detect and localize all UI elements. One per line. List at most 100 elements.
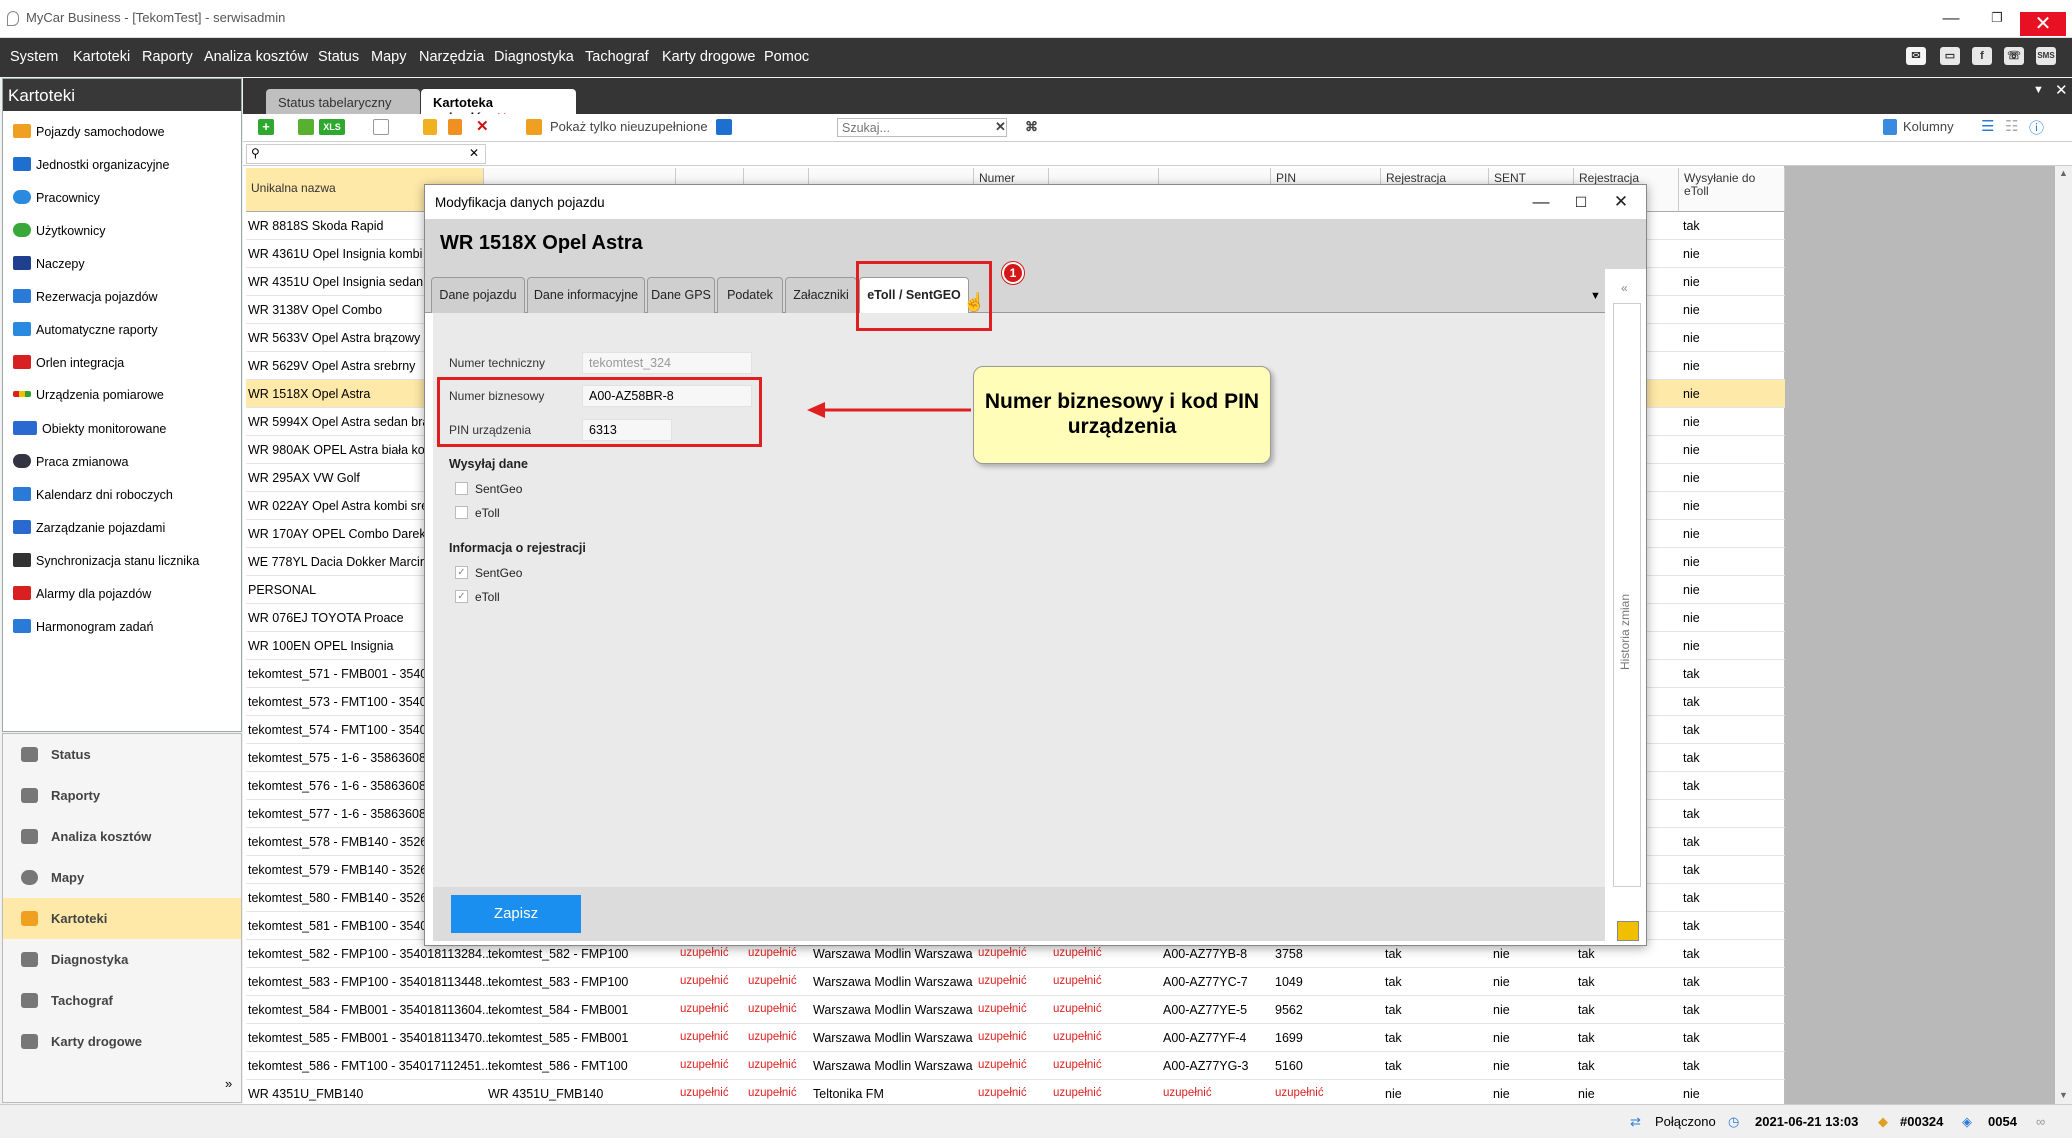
lp-item-rezerwacja[interactable]: Rezerwacja pojazdów [13, 289, 158, 304]
cell-name: WR 170AY OPEL Combo Darek S [248, 527, 438, 541]
nav-mapy[interactable]: Mapy [3, 857, 241, 898]
cell-name: WR 4351U Opel Insignia sedan [248, 275, 424, 289]
nav-tachograf[interactable]: Tachograf [3, 980, 241, 1021]
menu-system[interactable]: System [10, 49, 58, 65]
fleet-icon [13, 520, 31, 534]
detail-view-icon[interactable]: ☷ [2005, 117, 2018, 135]
nav-status[interactable]: Status [3, 734, 241, 775]
table-row[interactable]: tekomtest_583 - FMP100 - 354018113448...… [246, 968, 1785, 996]
dtab-dane-pojazdu[interactable]: Dane pojazdu [431, 277, 525, 313]
tab-status-tabelaryczny[interactable]: Status tabelaryczny [266, 89, 420, 115]
table-row[interactable]: tekomtest_586 - FMT100 - 354017112451...… [246, 1052, 1785, 1080]
lp-item-pracownicy[interactable]: Pracownicy [13, 190, 100, 205]
column-filter-input[interactable]: ⚲ ✕ [246, 144, 486, 164]
dialog-tabs-menu-icon[interactable]: ▼ [1590, 290, 1601, 302]
sms-icon[interactable]: SMS [2036, 47, 2056, 65]
mail-alert-icon[interactable]: ✉ [1906, 47, 1926, 65]
tab-kartoteka-pojazdow[interactable]: Kartoteka pojazdów✕ [421, 89, 576, 125]
scroll-down-icon[interactable]: ▼ [2059, 1090, 2068, 1100]
history-panel[interactable]: Historia zmian [1613, 303, 1641, 887]
tabs-close-icon[interactable]: ✕ [2055, 81, 2068, 99]
add-icon[interactable]: + [258, 119, 274, 135]
menu-mapy[interactable]: Mapy [371, 49, 406, 65]
lp-item-obiekty[interactable]: Obiekty monitorowane [13, 421, 166, 436]
close-window-button[interactable]: ✕ [2020, 12, 2066, 36]
nav-karty-drogowe[interactable]: Karty drogowe [3, 1021, 241, 1062]
menu-kartoteki[interactable]: Kartoteki [73, 49, 130, 65]
connection-icon: ⇄ [1630, 1114, 1641, 1129]
lp-item-jednostki[interactable]: Jednostki organizacyjne [13, 157, 169, 172]
grid-scrollbar[interactable]: ▲ ▼ [2055, 166, 2072, 1104]
columns-icon[interactable] [1883, 119, 1897, 135]
scroll-up-icon[interactable]: ▲ [2059, 168, 2068, 178]
import-icon[interactable] [298, 119, 314, 135]
menu-pomoc[interactable]: Pomoc [764, 49, 809, 65]
dtab-dane-informacyjne[interactable]: Dane informacyjne [527, 277, 645, 313]
dialog-close-button[interactable]: ✕ [1601, 189, 1641, 215]
col-header-etoll[interactable]: Wysyłanie do eToll [1679, 168, 1785, 212]
dtab-dane-gps[interactable]: Dane GPS [647, 277, 715, 313]
menu-status[interactable]: Status [318, 49, 359, 65]
minimize-button[interactable]: — [1928, 0, 1974, 36]
document-icon[interactable] [373, 119, 389, 135]
menu-narzedzia[interactable]: Narzędzia [419, 49, 484, 65]
info-icon[interactable]: ⓘ [2029, 117, 2044, 137]
lp-item-kalendarz[interactable]: Kalendarz dni roboczych [13, 487, 173, 502]
lp-item-praca-zmianowa[interactable]: Praca zmianowa [13, 454, 128, 469]
clear-search-icon[interactable]: ✕ [995, 119, 1006, 137]
history-toggle-icon[interactable] [1617, 921, 1639, 941]
lp-item-orlen[interactable]: Orlen integracja [13, 355, 124, 370]
cell-c2: tekomtest_582 - FMP100 [488, 947, 629, 961]
send-sentgeo-checkbox[interactable] [455, 482, 468, 495]
globe-icon [21, 870, 38, 885]
dialog-minimize-button[interactable]: — [1521, 189, 1561, 215]
columns-button[interactable]: Kolumny [1903, 119, 1954, 137]
cell-name: tekomtest_579 - FMB140 - 352625 [248, 863, 442, 877]
lp-item-alarmy[interactable]: Alarmy dla pojazdów [13, 586, 151, 601]
lp-item-synchronizacja[interactable]: Synchronizacja stanu licznika [13, 553, 199, 568]
copy-icon[interactable] [448, 119, 462, 135]
history-collapse-icon[interactable]: « [1621, 281, 1628, 295]
lp-item-naczepy[interactable]: Naczepy [13, 256, 85, 271]
restore-button[interactable]: ❐ [1974, 0, 2020, 36]
binoculars-icon[interactable]: ⌘ [1025, 119, 1038, 137]
dtab-zalaczniki[interactable]: Załaczniki [785, 277, 857, 313]
menu-diagnostyka[interactable]: Diagnostyka [494, 49, 574, 65]
export-icon[interactable] [716, 119, 732, 135]
incomplete-filter-icon[interactable] [526, 119, 542, 135]
cell-name: WR 3138V Opel Combo [248, 303, 383, 317]
menu-raporty[interactable]: Raporty [142, 49, 193, 65]
nav-diagnostyka[interactable]: Diagnostyka [3, 939, 241, 980]
nav-analiza[interactable]: Analiza kosztów [3, 816, 241, 857]
menu-tachograf[interactable]: Tachograf [585, 49, 649, 65]
send-etoll-checkbox[interactable] [455, 506, 468, 519]
menu-analiza[interactable]: Analiza kosztów [204, 49, 308, 65]
search-input[interactable] [837, 118, 1007, 137]
tabs-menu-icon[interactable]: ▼ [2033, 84, 2044, 96]
edit-icon[interactable] [423, 119, 437, 135]
table-row[interactable]: tekomtest_584 - FMB001 - 354018113604...… [246, 996, 1785, 1024]
delete-icon[interactable]: ✕ [476, 117, 489, 135]
nav-kartoteki[interactable]: Kartoteki [3, 898, 241, 939]
lp-item-harmonogram[interactable]: Harmonogram zadań [13, 619, 153, 634]
phone-icon[interactable]: ☏ [2004, 47, 2024, 65]
list-view-icon[interactable]: ☰ [1981, 117, 1994, 135]
dialog-maximize-button[interactable]: ☐ [1561, 189, 1601, 215]
nav-raporty[interactable]: Raporty [3, 775, 241, 816]
save-button[interactable]: Zapisz [451, 895, 581, 933]
show-incomplete-toggle[interactable]: Pokaż tylko nieuzupełnione [550, 119, 708, 137]
lp-item-uzytkownicy[interactable]: Użytkownicy [13, 223, 105, 238]
table-row[interactable]: tekomtest_585 - FMB001 - 354018113470...… [246, 1024, 1785, 1052]
nav-expand-icon[interactable]: » [225, 1076, 232, 1091]
menu-karty-drogowe[interactable]: Karty drogowe [662, 49, 756, 65]
lp-item-zarzadzanie[interactable]: Zarządzanie pojazdami [13, 520, 165, 535]
cell-etoll: nie [1683, 639, 1700, 653]
filter-clear-icon[interactable]: ✕ [469, 146, 479, 160]
dtab-podatek[interactable]: Podatek [717, 277, 783, 313]
xls-export-icon[interactable]: XLS [319, 119, 345, 135]
chat-icon[interactable]: ▭ [1940, 47, 1960, 65]
lp-item-urzadzenia[interactable]: Urządzenia pomiarowe [13, 388, 164, 402]
lp-item-automatyczne[interactable]: Automatyczne raporty [13, 322, 158, 337]
lp-item-pojazdy[interactable]: Pojazdy samochodowe [13, 124, 165, 139]
facebook-icon[interactable]: f [1972, 47, 1992, 65]
